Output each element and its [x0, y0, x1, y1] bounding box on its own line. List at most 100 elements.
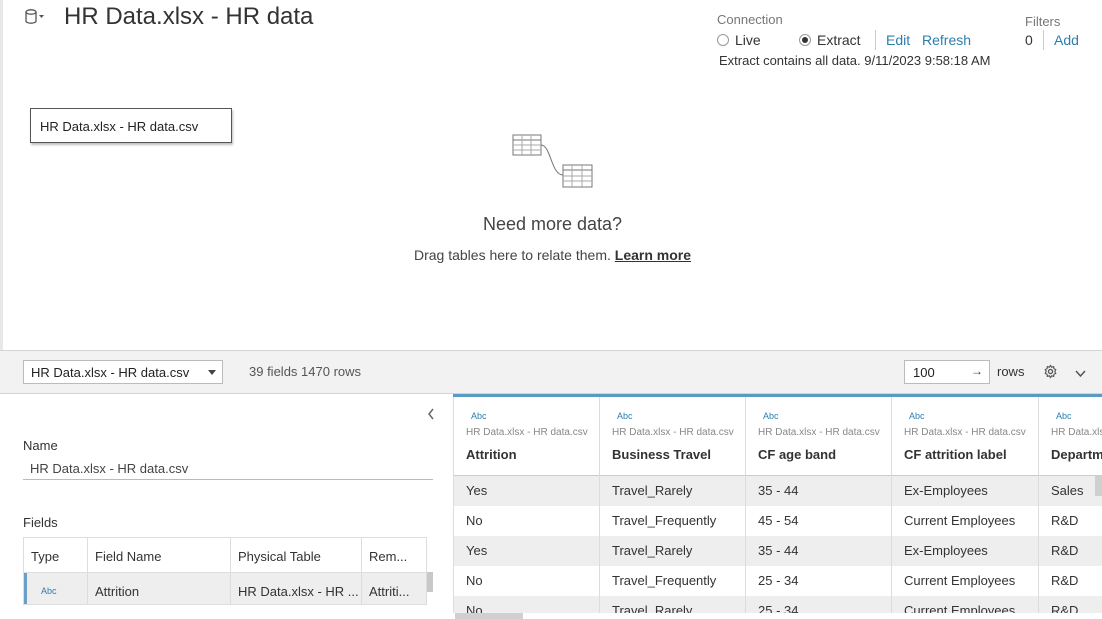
grid-column-cf-age-band[interactable]: Abc HR Data.xlsx - HR data.csv CF age ba… — [746, 397, 892, 613]
table-name-field[interactable]: HR Data.xlsx - HR data.csv — [23, 458, 433, 480]
fields-label: Fields — [23, 515, 58, 530]
string-type-icon[interactable]: Abc — [1056, 411, 1091, 421]
grid-cell: No — [466, 573, 483, 588]
grid-cell: R&D — [1039, 596, 1102, 613]
column-name[interactable]: CF age band — [758, 447, 879, 462]
chevron-down-icon[interactable] — [1074, 366, 1087, 378]
column-header-type[interactable]: Type — [24, 538, 88, 572]
relate-tables-icon — [511, 133, 595, 191]
string-type-icon[interactable]: Abc — [27, 573, 88, 604]
refresh-extract-link[interactable]: Refresh — [922, 32, 971, 48]
fields-table: Type Field Name Physical Table Rem... Ab… — [23, 537, 427, 605]
grid-cell: Sales — [1039, 476, 1102, 506]
grid-column-header[interactable]: Abc HR Data.xlsx - HR data.csv CF age ba… — [746, 397, 891, 476]
column-name[interactable]: CF attrition label — [904, 447, 1026, 462]
column-source: HR Data.xlsx - HR data.csv — [758, 427, 880, 438]
physical-table-cell: HR Data.xlsx - HR ... — [231, 573, 362, 604]
grid-cell: Current Employees — [904, 513, 1016, 528]
arrow-right-icon[interactable]: → — [971, 364, 983, 378]
column-name[interactable]: Business Travel — [612, 447, 733, 462]
live-label: Live — [735, 32, 761, 48]
grid-cell: Travel_Rarely — [600, 536, 745, 566]
edit-extract-link[interactable]: Edit — [886, 32, 910, 48]
grid-column-header[interactable]: Abc HR Data.xlsx - HR data.csv CF attrit… — [892, 397, 1038, 476]
remote-name-cell: Attriti... — [369, 584, 410, 599]
filters-label: Filters — [1025, 14, 1061, 29]
grid-cell: Ex-Employees — [892, 536, 1038, 566]
drag-tables-hint: Drag tables here to relate them. Learn m… — [380, 247, 725, 263]
grid-vertical-scrollbar[interactable] — [1095, 476, 1102, 496]
grid-cell: R&D — [1051, 573, 1079, 588]
gear-icon[interactable] — [1043, 364, 1058, 379]
column-name[interactable]: Attrition — [466, 447, 587, 462]
grid-column-header[interactable]: Abc HR Data.xls Departm — [1039, 397, 1102, 476]
grid-horizontal-scrollbar[interactable] — [455, 613, 523, 619]
rows-count-value: 100 — [913, 365, 935, 380]
grid-cell: Yes — [454, 476, 599, 506]
data-preview-grid: Abc HR Data.xlsx - HR data.csv Attrition… — [453, 397, 1102, 613]
grid-cell: Current Employees — [892, 596, 1038, 613]
field-row-count: 39 fields 1470 rows — [249, 364, 362, 379]
column-header-remote-name[interactable]: Rem... — [362, 538, 426, 572]
divider — [875, 30, 876, 50]
caret-down-icon — [208, 370, 216, 375]
live-radio[interactable]: Live — [717, 32, 761, 48]
grid-cell: Current Employees — [904, 573, 1016, 588]
grid-cell: Travel_Rarely — [600, 596, 745, 613]
column-source: HR Data.xlsx - HR data.csv — [612, 427, 734, 438]
drag-tables-text: Drag tables here to relate them. — [413, 247, 611, 263]
radio-on-icon — [799, 34, 811, 46]
column-name[interactable]: Departm — [1051, 447, 1102, 462]
table-row[interactable]: Abc Attrition HR Data.xlsx - HR ... Attr… — [24, 573, 426, 604]
grid-column-attrition[interactable]: Abc HR Data.xlsx - HR data.csv Attrition… — [454, 397, 600, 613]
string-type-icon[interactable]: Abc — [909, 411, 1026, 421]
extract-info-text: Extract contains all data. 9/11/2023 9:5… — [719, 53, 991, 68]
string-type-icon[interactable]: Abc — [617, 411, 733, 421]
extract-radio[interactable]: Extract — [799, 32, 861, 48]
need-more-data-heading: Need more data? — [482, 214, 623, 234]
grid-column-cf-attrition-label[interactable]: Abc HR Data.xlsx - HR data.csv CF attrit… — [892, 397, 1039, 613]
extract-label: Extract — [817, 32, 861, 48]
grid-cell: Ex-Employees — [892, 476, 1038, 506]
column-header-field-name[interactable]: Field Name — [88, 538, 231, 572]
datasource-menu-icon[interactable] — [24, 8, 44, 28]
string-type-icon[interactable]: Abc — [763, 411, 879, 421]
learn-more-link[interactable]: Learn more — [615, 247, 691, 263]
canvas-table-card[interactable]: HR Data.xlsx - HR data.csv — [30, 108, 232, 143]
fields-scrollbar[interactable] — [427, 572, 433, 592]
datasource-title[interactable]: HR Data.xlsx - HR data — [64, 3, 313, 31]
string-type-icon[interactable]: Abc — [471, 411, 587, 421]
grid-column-business-travel[interactable]: Abc HR Data.xlsx - HR data.csv Business … — [600, 397, 746, 613]
grid-cell: 45 - 54 — [758, 513, 799, 528]
grid-cell: 35 - 44 — [746, 536, 891, 566]
grid-cell: R&D — [1039, 536, 1102, 566]
connection-label: Connection — [717, 12, 783, 27]
rows-label: rows — [997, 364, 1025, 379]
radio-off-icon — [717, 34, 729, 46]
grid-cell: 25 - 34 — [758, 573, 799, 588]
collapse-panel-icon[interactable] — [427, 407, 435, 423]
grid-column-header[interactable]: Abc HR Data.xlsx - HR data.csv Business … — [600, 397, 745, 476]
add-filter-link[interactable]: Add — [1054, 32, 1079, 48]
filters-count: 0 — [1025, 32, 1033, 48]
grid-cell: Travel_Rarely — [600, 476, 745, 506]
grid-cell: R&D — [1051, 513, 1079, 528]
table-select-value: HR Data.xlsx - HR data.csv — [31, 365, 190, 380]
grid-column-department[interactable]: Abc HR Data.xls Departm Sales R&D R&D R&… — [1039, 397, 1102, 613]
grid-cell: Travel_Frequently — [612, 573, 717, 588]
grid-cell: Travel_Frequently — [612, 513, 717, 528]
column-source: HR Data.xls — [1051, 427, 1102, 438]
field-name-cell[interactable]: Attrition — [88, 573, 231, 604]
grid-cell: 25 - 34 — [746, 596, 891, 613]
column-header-physical-table[interactable]: Physical Table — [231, 538, 362, 572]
column-source: HR Data.xlsx - HR data.csv — [904, 427, 1026, 438]
grid-cell: 35 - 44 — [746, 476, 891, 506]
grid-cell: No — [466, 513, 483, 528]
rows-count-input[interactable]: 100 → — [904, 360, 990, 384]
table-select-dropdown[interactable]: HR Data.xlsx - HR data.csv — [23, 360, 223, 384]
divider — [1043, 30, 1044, 50]
grid-cell: No — [454, 596, 599, 613]
fields-table-header: Type Field Name Physical Table Rem... — [24, 538, 426, 573]
grid-column-header[interactable]: Abc HR Data.xlsx - HR data.csv Attrition — [454, 397, 599, 476]
name-label: Name — [23, 438, 58, 453]
